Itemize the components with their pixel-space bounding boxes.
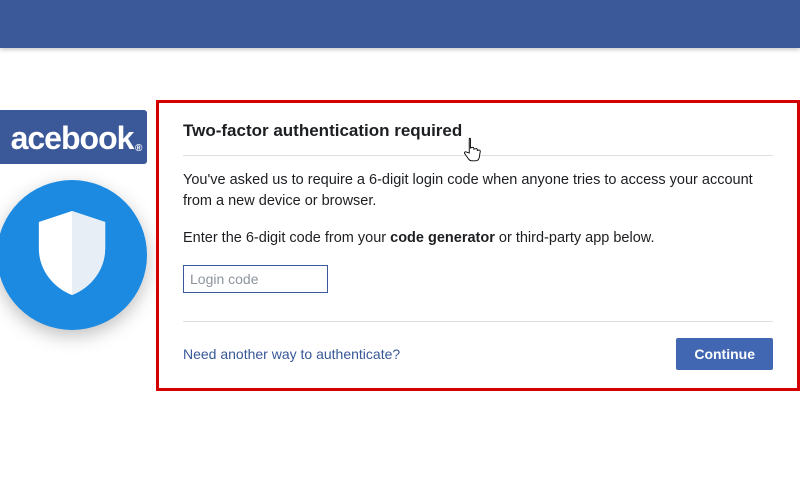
dialog-title-text: Two-factor authentication required bbox=[183, 121, 462, 140]
top-nav-bar bbox=[0, 0, 800, 48]
dialog-body: You've asked us to require a 6-digit log… bbox=[183, 156, 773, 293]
desc2-suffix: or third-party app below. bbox=[495, 230, 655, 246]
continue-button[interactable]: Continue bbox=[676, 338, 773, 370]
two-factor-dialog: Two-factor authentication required You'v… bbox=[156, 100, 800, 391]
login-code-input[interactable] bbox=[183, 265, 328, 293]
security-shield-badge bbox=[0, 180, 147, 330]
dialog-title: Two-factor authentication required bbox=[183, 121, 773, 156]
dialog-description-1: You've asked us to require a 6-digit log… bbox=[183, 170, 773, 212]
brand-stack: acebook ® bbox=[0, 110, 162, 330]
desc2-prefix: Enter the 6-digit code from your bbox=[183, 230, 390, 246]
facebook-logo: acebook ® bbox=[0, 110, 147, 164]
desc2-strong: code generator bbox=[390, 230, 495, 246]
dialog-description-2: Enter the 6-digit code from your code ge… bbox=[183, 228, 773, 249]
dialog-footer: Need another way to authenticate? Contin… bbox=[183, 321, 773, 370]
shield-icon bbox=[36, 211, 108, 300]
facebook-logo-text: acebook bbox=[11, 120, 134, 156]
registered-mark: ® bbox=[135, 144, 141, 154]
alternate-auth-link[interactable]: Need another way to authenticate? bbox=[183, 346, 400, 362]
